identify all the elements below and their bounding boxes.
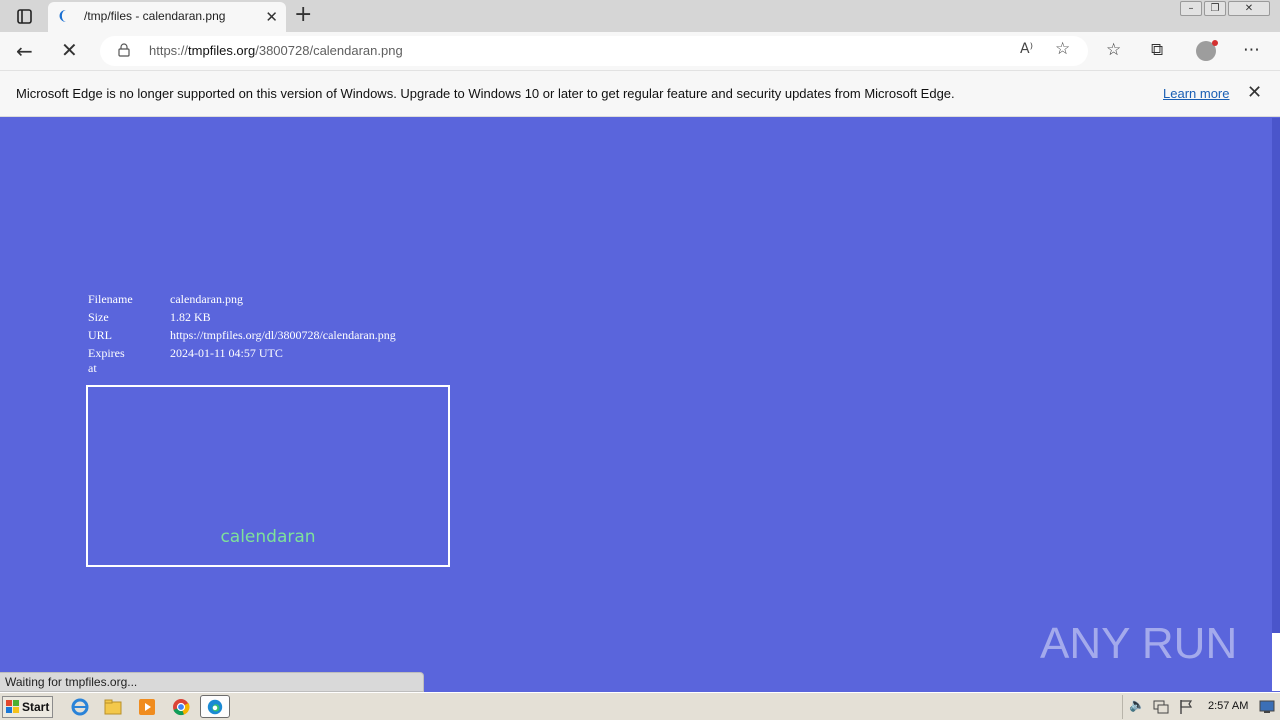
show-desktop-icon[interactable] (1259, 700, 1275, 714)
tab-strip: ❨ /tmp/files - calendaran.png ✕ + – ❐ ✕ (0, 0, 1280, 32)
metadata-key: URL (88, 328, 112, 342)
close-icon[interactable]: ✕ (265, 8, 278, 26)
action-center-flag-icon[interactable] (1179, 699, 1193, 715)
windows-taskbar: Start 🔈 2:57 AM (0, 692, 1280, 720)
browser-toolbar: ← ✕ https://tmpfiles.org/3800728/calenda… (0, 32, 1280, 71)
metadata-value: 2024-01-11 04:57 UTC (170, 346, 283, 360)
tab-actions-icon[interactable] (10, 7, 38, 27)
edge-icon (207, 699, 223, 715)
preview-alt-text: calendaran (220, 527, 316, 547)
edge-loading-icon: ❨ (57, 9, 68, 24)
scrollbar-track[interactable] (1272, 118, 1280, 691)
more-menu-icon[interactable]: ⋯ (1243, 40, 1260, 60)
favorites-icon[interactable]: ☆ (1106, 40, 1121, 60)
chrome-icon[interactable] (171, 697, 191, 717)
window-close-button[interactable]: ✕ (1228, 1, 1270, 16)
download-url-link[interactable]: https://tmpfiles.org/dl/3800728/calendar… (170, 328, 396, 343)
scrollbar-thumb[interactable] (1272, 633, 1280, 691)
minimize-button[interactable]: – (1180, 1, 1202, 16)
browser-tab[interactable]: ❨ /tmp/files - calendaran.png ✕ (48, 2, 286, 32)
window-controls: – ❐ ✕ (1180, 1, 1270, 16)
media-player-icon[interactable] (137, 697, 157, 717)
stop-icon[interactable]: ✕ (61, 38, 78, 62)
plus-icon[interactable]: + (294, 4, 312, 26)
image-preview[interactable]: calendaran (86, 385, 450, 567)
watermark-text: ANY RUN (1040, 619, 1237, 668)
add-favorite-icon[interactable]: ☆ (1055, 39, 1070, 59)
close-icon[interactable]: ✕ (1247, 82, 1262, 103)
infobar-message: Microsoft Edge is no longer supported on… (16, 86, 955, 101)
read-aloud-icon[interactable]: A⁾ (1020, 41, 1033, 57)
edge-taskbar-button[interactable] (200, 695, 230, 718)
windows-flag-icon (6, 700, 19, 713)
metadata-key: Size (88, 310, 109, 324)
taskbar-clock[interactable]: 2:57 AM (1208, 700, 1248, 712)
network-icon[interactable] (1153, 699, 1169, 715)
ie-icon[interactable] (70, 697, 90, 717)
metadata-key: Expires at (88, 346, 125, 375)
metadata-value: 1.82 KB (170, 310, 211, 324)
learn-more-link[interactable]: Learn more (1163, 86, 1229, 101)
tab-title: /tmp/files - calendaran.png (84, 9, 226, 23)
unsupported-os-infobar: Microsoft Edge is no longer supported on… (0, 71, 1280, 117)
volume-icon[interactable]: 🔈 (1129, 698, 1145, 713)
start-button[interactable]: Start (2, 696, 53, 718)
status-bubble: Waiting for tmpfiles.org... (0, 672, 424, 692)
url-text[interactable]: https://tmpfiles.org/3800728/calendaran.… (149, 43, 403, 58)
back-arrow-icon[interactable]: ← (16, 39, 33, 63)
address-bar[interactable]: https://tmpfiles.org/3800728/calendaran.… (100, 36, 1088, 66)
lock-icon[interactable] (118, 43, 130, 57)
explorer-icon[interactable] (103, 697, 123, 717)
metadata-key: Filename (88, 292, 133, 306)
metadata-value: calendaran.png (170, 292, 243, 306)
collections-icon[interactable]: ⧉ (1151, 40, 1163, 60)
system-tray: 🔈 (1122, 695, 1278, 719)
anyrun-watermark: ANY RUN (1040, 619, 1237, 668)
notification-dot (1212, 40, 1218, 46)
restore-button[interactable]: ❐ (1204, 1, 1226, 16)
start-label: Start (22, 700, 50, 714)
